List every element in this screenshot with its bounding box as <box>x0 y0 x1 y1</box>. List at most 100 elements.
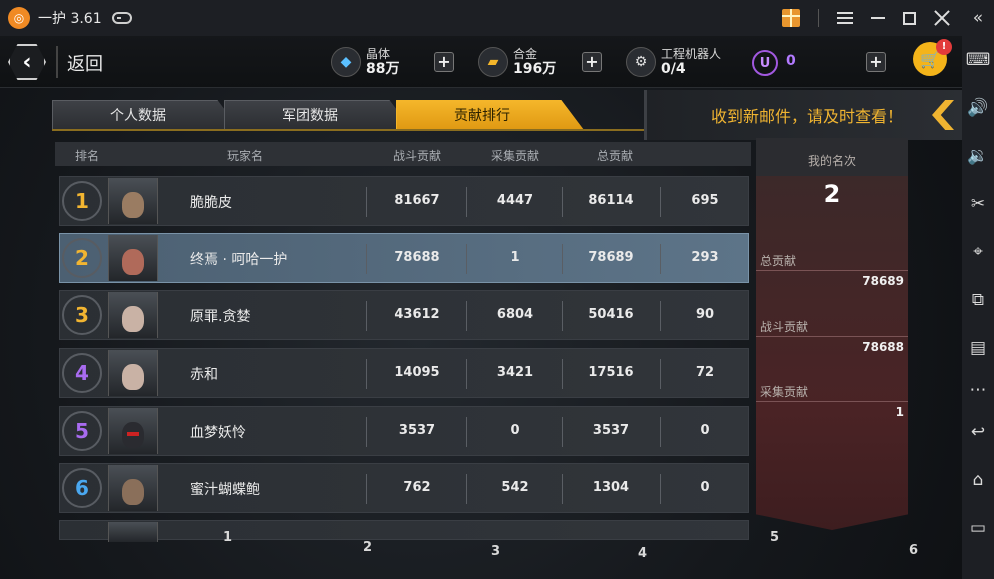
resource-value: 0/4 <box>661 61 686 77</box>
player-name: 原罪.贪婪 <box>190 309 251 325</box>
extra-value: 90 <box>695 307 715 322</box>
add-alloy-button[interactable]: + <box>582 52 602 72</box>
table-row[interactable]: 1 脆脆皮 81667 4447 86114 695 <box>59 176 749 226</box>
column-number: 6 <box>909 543 919 558</box>
mail-notice-banner[interactable]: 收到新邮件，请及时查看！ <box>644 90 962 140</box>
notice-arrow-icon <box>932 100 954 130</box>
recent-apps-icon[interactable]: ▭ <box>962 504 994 552</box>
resource-value: 196万 <box>513 61 557 77</box>
add-crystal-button[interactable]: + <box>434 52 454 72</box>
table-row[interactable]: 6 蜜汁蝴蝶鲍 762 542 1304 0 <box>59 463 749 513</box>
column-number: 2 <box>363 540 373 555</box>
rank-badge: 5 <box>62 411 102 451</box>
total-contribution: 1304 <box>592 480 630 495</box>
battle-contribution: 3537 <box>398 423 436 438</box>
resource-value: 88万 <box>366 61 400 77</box>
resource-label: 合金 <box>513 47 538 61</box>
total-contribution: 50416 <box>588 307 634 322</box>
table-header: 排名 玩家名 战斗贡献 采集贡献 总贡献 <box>55 142 751 166</box>
battle-contribution: 78688 <box>394 250 440 265</box>
header-total: 总贡献 <box>597 149 634 163</box>
player-name: 终焉 · 呵哈一护 <box>190 252 288 268</box>
rank-badge: 4 <box>62 353 102 393</box>
window-title: 一护 3.61 <box>38 11 102 27</box>
tab-personal-data[interactable]: 个人数据 <box>52 100 240 130</box>
resource-label: 工程机器人 <box>661 47 722 61</box>
table-row[interactable]: 4 赤和 14095 3421 17516 72 <box>59 348 749 398</box>
gamepad-icon[interactable] <box>111 12 132 24</box>
apk-install-icon[interactable]: ▤ <box>962 324 994 372</box>
table-row[interactable]: 3 原罪.贪婪 43612 6804 50416 90 <box>59 290 749 340</box>
volume-up-icon[interactable]: 🔊 <box>962 84 994 132</box>
avatar <box>108 408 158 454</box>
player-name: 血梦妖怜 <box>190 425 246 441</box>
rank-badge: 3 <box>62 295 102 335</box>
resource-alloy: ▰ 合金 196万 <box>478 43 556 81</box>
battle-contribution: 762 <box>403 480 431 495</box>
multi-window-icon[interactable]: ⧉ <box>962 276 994 324</box>
resource-crystal: ◆ 晶体 88万 <box>331 43 399 81</box>
header-battle: 战斗贡献 <box>393 149 442 163</box>
my-rank-panel: 我的名次 2 总贡献 78689 战斗贡献 78688 采集贡献 1 <box>756 138 908 530</box>
resource-robot: ⚙ 工程机器人 0/4 <box>626 43 721 81</box>
minimize-icon[interactable] <box>871 17 885 19</box>
game-viewport: ‹ 返回 ◆ 晶体 88万 + ▰ 合金 196万 + ⚙ 工程机器人 0/4 <box>0 36 962 579</box>
table-row[interactable]: 2 终焉 · 呵哈一护 78688 1 78689 293 <box>59 233 749 283</box>
back-nav-icon[interactable]: ↩ <box>962 408 994 456</box>
back-label[interactable]: 返回 <box>67 50 103 76</box>
scissors-icon[interactable]: ✂ <box>962 180 994 228</box>
avatar <box>108 465 158 511</box>
menu-icon[interactable] <box>837 12 853 24</box>
extra-value: 695 <box>691 193 719 208</box>
extra-value: 0 <box>700 423 710 438</box>
avatar <box>108 350 158 396</box>
my-gather-label: 采集贡献 <box>760 385 809 399</box>
avatar <box>108 235 158 281</box>
total-contribution: 86114 <box>588 193 634 208</box>
column-number: 4 <box>638 546 648 561</box>
battle-contribution: 43612 <box>394 307 440 322</box>
gather-contribution: 1 <box>510 250 520 265</box>
home-nav-icon[interactable]: ⌂ <box>962 456 994 504</box>
collapse-sidebar-icon[interactable]: « <box>962 0 994 36</box>
resource-label: 晶体 <box>366 47 391 61</box>
cart-badge: ! <box>936 39 952 55</box>
my-battle-value: 78688 <box>862 340 904 354</box>
app-logo-icon: ◎ <box>8 7 30 29</box>
header-gather: 采集贡献 <box>491 149 540 163</box>
robot-icon: ⚙ <box>626 47 656 77</box>
column-number: 1 <box>223 530 233 545</box>
gather-contribution: 4447 <box>496 193 534 208</box>
total-contribution: 17516 <box>588 365 634 380</box>
table-row-partial[interactable] <box>59 520 749 542</box>
gift-icon[interactable] <box>782 9 800 27</box>
close-icon[interactable] <box>934 10 950 26</box>
extra-value: 72 <box>695 365 715 380</box>
more-icon[interactable]: ⋯ <box>962 372 994 408</box>
back-button[interactable]: ‹ <box>8 44 46 80</box>
rank-badge: 1 <box>62 181 102 221</box>
gather-contribution: 542 <box>501 480 529 495</box>
column-number: 5 <box>770 530 780 545</box>
extra-value: 0 <box>700 480 710 495</box>
battle-contribution: 14095 <box>394 365 440 380</box>
player-name: 脆脆皮 <box>190 195 232 211</box>
tab-legion-data[interactable]: 军团数据 <box>224 100 412 130</box>
my-gather-value: 1 <box>895 405 904 419</box>
table-row[interactable]: 5 血梦妖怜 3537 0 3537 0 <box>59 406 749 456</box>
keyboard-icon[interactable]: ⌨ <box>962 36 994 84</box>
location-icon[interactable]: ⌖ <box>962 228 994 276</box>
gather-contribution: 3421 <box>496 365 534 380</box>
tab-contribution-ranking[interactable]: 贡献排行 <box>396 100 584 130</box>
alloy-icon: ▰ <box>478 47 508 77</box>
volume-down-icon[interactable]: 🔉 <box>962 132 994 180</box>
emulator-sidebar: « ⌨ 🔊 🔉 ✂ ⌖ ⧉ ▤ ⋯ ↩ ⌂ ▭ <box>962 0 994 579</box>
maximize-icon[interactable] <box>903 11 916 25</box>
my-rank-title: 我的名次 <box>808 154 857 168</box>
gather-contribution: 6804 <box>496 307 534 322</box>
crystal-icon: ◆ <box>331 47 361 77</box>
avatar <box>108 292 158 338</box>
gather-contribution: 0 <box>510 423 520 438</box>
add-currency-button[interactable]: + <box>866 52 886 72</box>
back-separator <box>56 46 58 78</box>
